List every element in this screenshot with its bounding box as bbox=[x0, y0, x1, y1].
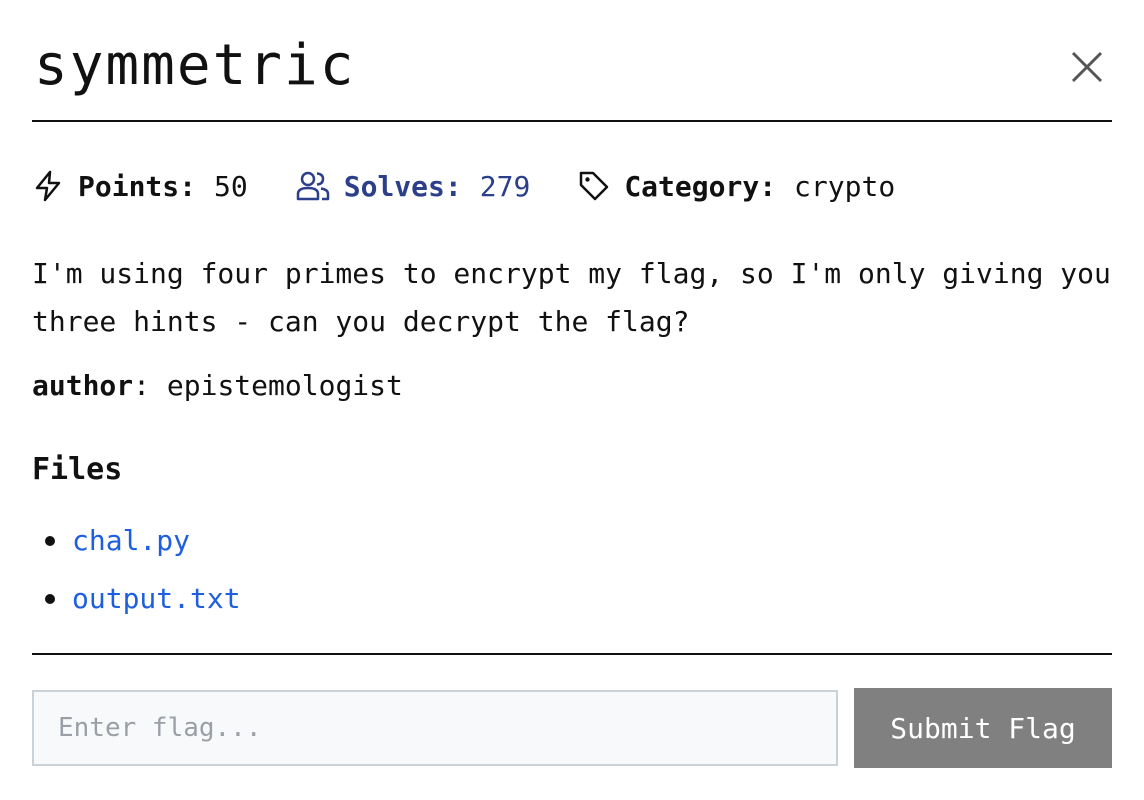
submit-flag-button[interactable]: Submit Flag bbox=[854, 688, 1112, 768]
points-value: 50 bbox=[214, 169, 248, 203]
challenge-title: symmetric bbox=[34, 33, 356, 98]
category-label: Category: bbox=[624, 169, 777, 203]
divider bbox=[32, 653, 1112, 655]
bullet bbox=[45, 536, 55, 546]
author-separator: : bbox=[133, 369, 167, 402]
author-line: author: epistemologist bbox=[32, 362, 403, 410]
author-name: epistemologist bbox=[166, 369, 403, 402]
category-value: crypto bbox=[794, 169, 896, 203]
tag-icon bbox=[580, 171, 609, 201]
author-label: author bbox=[32, 369, 134, 402]
list-item: chal.py bbox=[32, 512, 241, 570]
points-info: Points: 50 bbox=[32, 170, 248, 203]
solves-label: Solves: bbox=[343, 169, 462, 203]
files-heading: Files bbox=[32, 452, 123, 487]
file-link-chal-py[interactable]: chal.py bbox=[72, 524, 190, 557]
challenge-meta: Points: 50 Solves: 279 Category: crypto bbox=[32, 164, 943, 208]
challenge-modal: symmetric Points: 50 Solves: 279 Categor… bbox=[32, 0, 1112, 800]
files-list: chal.py output.txt bbox=[32, 512, 241, 628]
challenge-description: I'm using four primes to encrypt my flag… bbox=[32, 257, 1111, 338]
list-item: output.txt bbox=[32, 570, 241, 628]
file-link-output-txt[interactable]: output.txt bbox=[72, 582, 241, 615]
bullet bbox=[45, 594, 55, 604]
flag-input[interactable] bbox=[32, 690, 838, 766]
solves-value: 279 bbox=[479, 169, 531, 203]
close-icon bbox=[1071, 51, 1103, 83]
users-icon bbox=[296, 171, 329, 201]
lightning-icon bbox=[35, 170, 61, 202]
modal-header: symmetric bbox=[32, 0, 1112, 122]
points-label: Points: bbox=[78, 169, 197, 203]
close-button[interactable] bbox=[1070, 50, 1104, 84]
solves-link[interactable]: Solves: 279 bbox=[296, 169, 531, 203]
category-info: Category: crypto bbox=[578, 170, 895, 203]
